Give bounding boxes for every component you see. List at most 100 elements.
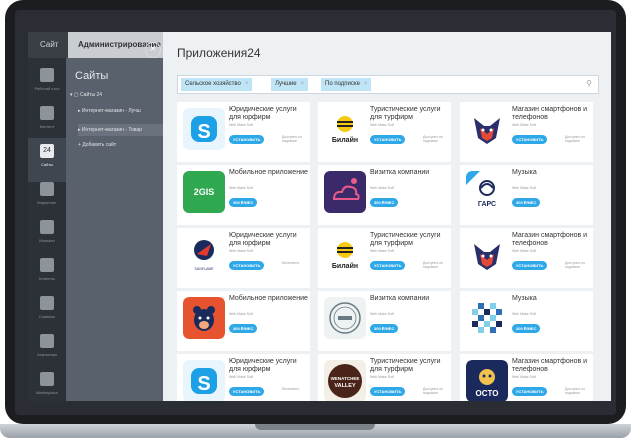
skype-logo-icon: S (183, 108, 225, 150)
app-card[interactable]: OCTO Магазин смартфонов и телефонов Web Ma… (460, 354, 593, 401)
svg-text:S: S (197, 373, 210, 395)
close-icon[interactable]: × (145, 42, 161, 58)
nav-icon (40, 182, 54, 196)
app-note: Бесплатно (282, 387, 300, 391)
app-vendor: Web Make Soft (512, 375, 536, 379)
nav-label: Аналитика (37, 352, 57, 357)
nav-label: Маркетинг (37, 200, 57, 205)
skype-logo-icon: S (183, 360, 225, 401)
install-button[interactable]: УСТАНОВИТЬ (370, 261, 406, 270)
app-card[interactable]: Билайн Туристические услуги для турфирм We… (318, 102, 451, 162)
nav-icon (40, 258, 54, 272)
svg-text:Билайн: Билайн (332, 262, 358, 270)
add-site-link[interactable]: + Добавить сайт (78, 142, 116, 148)
filter-chip[interactable]: По подписке × (321, 78, 372, 91)
app-note: Доступно по подписке (565, 135, 586, 143)
install-button[interactable]: 300 ₽/МЕС (512, 324, 541, 333)
app-name: Магазин смартфонов и телефонов (512, 232, 588, 247)
install-button[interactable]: УСТАНОВИТЬ (512, 387, 548, 396)
tab-site[interactable]: Сайт (40, 40, 58, 49)
svg-text:2GIS: 2GIS (194, 187, 215, 197)
app-vendor: Web Make Soft (229, 123, 253, 127)
app-name: Мобильное приложение (229, 295, 308, 302)
close-icon[interactable]: × (364, 81, 368, 87)
svg-text:VALLEY: VALLEY (334, 383, 356, 389)
bear-logo-icon (183, 297, 225, 339)
app-card[interactable]: Музыка Web Make Soft 300 ₽/МЕС (460, 291, 593, 351)
tree-item-label: Интернет-магазин - Товар (81, 127, 142, 133)
app-name: Туристические услуги для турфирм (370, 232, 441, 247)
app-name: Юридические услуги для юрфирм (229, 106, 297, 121)
app-card[interactable]: Магазин смартфонов и телефонов Web Make S… (460, 228, 593, 288)
app-card[interactable]: Магазин смартфонов и телефонов Web Make S… (460, 102, 593, 162)
install-button[interactable]: УСТАНОВИТЬ (370, 387, 406, 396)
tree-item-selected[interactable]: ▸ Интернет-магазин - Товар (78, 124, 163, 136)
store-title: Приложения24 (177, 46, 261, 60)
nav-icon (40, 372, 54, 386)
app-card[interactable]: S Юридические услуги для юрфирм Web Make S… (177, 102, 310, 162)
nav-item[interactable]: Marketplace (28, 366, 66, 401)
install-button[interactable]: 300 ₽/МЕС (229, 198, 258, 207)
filter-chip[interactable]: Сельское хозяйство × (181, 78, 253, 91)
app-name: Музыка (512, 295, 537, 302)
filter-bar[interactable]: Сельское хозяйство × Лучшие × По подписке ×… (177, 75, 599, 94)
app-vendor: Web Make Soft (229, 249, 253, 253)
app-vendor: Web Make Soft (229, 186, 253, 190)
nav-icon (40, 220, 54, 234)
app-vendor: Web Make Soft (370, 186, 394, 190)
install-button[interactable]: УСТАНОВИТЬ (229, 387, 265, 396)
install-button[interactable]: 300 ₽/МЕС (370, 324, 399, 333)
svg-text:SUNFLAME: SUNFLAME (194, 267, 214, 271)
app-vendor: Web Make Soft (370, 249, 394, 253)
install-button[interactable]: УСТАНОВИТЬ (370, 135, 406, 144)
nav-icon (40, 296, 54, 310)
app-note: Доступно по подписке (423, 261, 444, 269)
app-card[interactable]: WENATCHEE VALLEY Туристические услуги для … (318, 354, 451, 401)
fox-logo-icon (466, 108, 508, 150)
nav-label: Marketplace (36, 390, 58, 395)
sunflame-logo-icon: SUNFLAME (183, 234, 225, 276)
filter-chip-label: По подписке (325, 81, 360, 87)
app-card[interactable]: SUNFLAME Юридические услуги для юрфирм Web… (177, 228, 310, 288)
app-note: Бесплатно (282, 261, 300, 265)
install-button[interactable]: 300 ₽/МЕС (512, 198, 541, 207)
tree-item[interactable]: ▸ Интернет-магазин - Лучш (78, 108, 141, 114)
app-card[interactable]: Визитка компании Web Make Soft 300 ₽/МЕС (318, 291, 451, 351)
pixels-logo-icon (466, 297, 508, 339)
side-panel-title: Сайты (75, 70, 109, 82)
svg-text:S: S (197, 121, 210, 143)
search-icon[interactable]: ⚲ (586, 79, 592, 88)
install-button[interactable]: 300 ₽/МЕС (229, 324, 258, 333)
app-note: Доступно по подписке (282, 135, 303, 143)
install-button[interactable]: УСТАНОВИТЬ (229, 261, 265, 270)
app-card[interactable]: Визитка компании Web Make Soft 300 ₽/МЕС (318, 165, 451, 225)
install-button[interactable]: УСТАНОВИТЬ (512, 135, 548, 144)
app-card[interactable]: ГАРС Музыка Web Make Soft 300 ₽/МЕС (460, 165, 593, 225)
tree-item-root[interactable]: ▾ ▢ Сайты 24 (70, 92, 102, 98)
svg-text:OCTO: OCTO (476, 389, 499, 398)
app-card[interactable]: 2GIS Мобильное приложение Web Make Soft 300… (177, 165, 310, 225)
app-store-panel: Приложения24 Сельское хозяйство × Лучшие ×… (163, 32, 611, 401)
app-card[interactable]: Мобильное приложение Web Make Soft 300 ₽/М… (177, 291, 310, 351)
install-button[interactable]: УСТАНОВИТЬ (512, 261, 548, 270)
app-note: Доступно по подписке (423, 135, 444, 143)
laptop-notch (255, 424, 375, 430)
install-button[interactable]: 300 ₽/МЕС (370, 198, 399, 207)
app-name: Магазин смартфонов и телефонов (512, 106, 588, 121)
filter-chip-label: Лучшие (275, 81, 297, 87)
app-card[interactable]: S Юридические услуги для юрфирм Web Make S… (177, 354, 310, 401)
install-button[interactable]: УСТАНОВИТЬ (229, 135, 265, 144)
nav-label: Контент (39, 124, 55, 129)
screen: Сайт Администрирование Рабочий стол Конте… (28, 32, 611, 401)
beeline-logo-icon: Билайн (324, 108, 366, 150)
app-name: Визитка компании (370, 169, 430, 176)
app-note: Доступно по подписке (423, 387, 444, 395)
close-icon[interactable]: × (301, 81, 305, 87)
fox-logo-icon (466, 234, 508, 276)
nav-label: Магазин (39, 238, 55, 243)
close-icon[interactable]: × (245, 81, 249, 87)
filter-chip[interactable]: Лучшие × (271, 78, 309, 91)
nav-label: Рабочий стол (34, 86, 60, 91)
add-site-label: Добавить сайт (82, 142, 117, 148)
app-card[interactable]: Билайн Туристические услуги для турфирм We… (318, 228, 451, 288)
